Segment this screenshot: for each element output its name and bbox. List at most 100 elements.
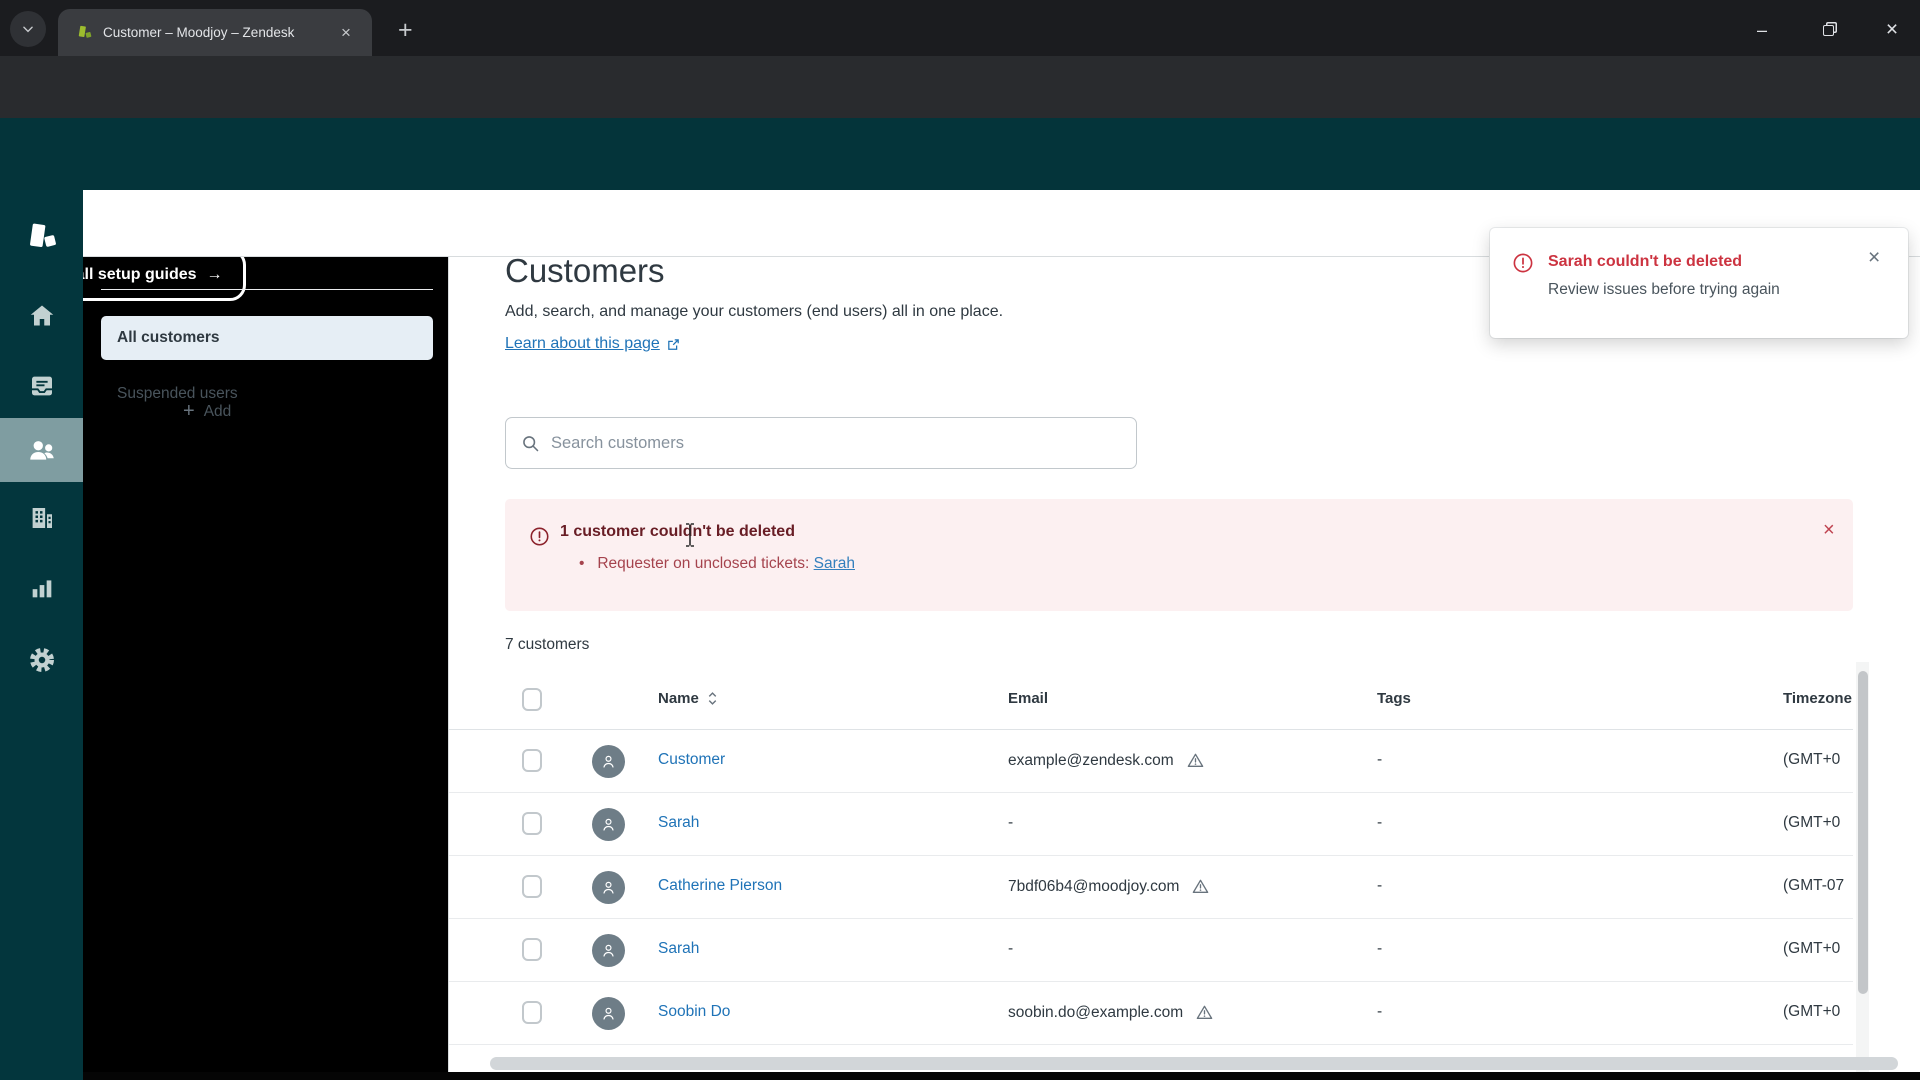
person-icon (603, 881, 614, 894)
email-warning-icon (1187, 753, 1203, 768)
customer-avatar (592, 934, 625, 967)
customer-search[interactable] (505, 417, 1137, 469)
horizontal-scrollbar-thumb[interactable] (490, 1057, 1898, 1070)
customer-name-link[interactable]: Customer (658, 751, 725, 769)
error-reason: • Requester on unclosed tickets: Sarah (579, 555, 855, 572)
organizations-icon (32, 508, 52, 528)
external-link-icon (667, 338, 679, 350)
customer-email: example@zendesk.com (1008, 751, 1205, 770)
row-checkbox[interactable] (522, 749, 542, 772)
email-warning-icon (1193, 879, 1209, 894)
row-checkbox[interactable] (522, 938, 542, 961)
customer-tags: - (1377, 877, 1383, 894)
page-title: Customers (505, 252, 665, 289)
nav-admin-settings[interactable] (0, 628, 83, 692)
error-reason-link[interactable]: Sarah (814, 555, 855, 572)
tab-close-icon[interactable]: × (341, 23, 351, 43)
new-tab-button[interactable]: + (398, 16, 413, 45)
row-checkbox[interactable] (522, 1001, 542, 1024)
customer-timezone: (GMT+0 (1783, 940, 1841, 957)
column-header-name[interactable]: Name (658, 690, 719, 707)
nav-views-inbox[interactable] (0, 354, 83, 418)
customer-name-link[interactable]: Sarah (658, 814, 699, 832)
table-row[interactable]: Customer example@zendesk.com - (GMT+0 (449, 730, 1853, 793)
customer-avatar (592, 871, 625, 904)
email-warning-icon (1196, 1005, 1213, 1020)
table-row[interactable]: Catherine Pierson 7bdf06b4@moodjoy.com -… (449, 856, 1853, 919)
customer-avatar (592, 808, 625, 841)
toast-message: Review issues before trying again (1548, 281, 1780, 298)
error-title: 1 customer couldn't be deleted (560, 523, 795, 540)
error-banner-close-button[interactable]: × (1823, 519, 1835, 542)
table-row[interactable]: Soobin Do soobin.do@example.com - (GMT+0 (449, 982, 1853, 1045)
search-icon (523, 435, 539, 451)
person-icon (603, 755, 614, 768)
browser-tab-strip: Customer – Moodjoy – Zendesk × + – × (0, 0, 1920, 56)
customer-email: 7bdf06b4@moodjoy.com (1008, 877, 1210, 896)
error-banner: 1 customer couldn't be deleted • Request… (505, 499, 1853, 611)
zendesk-favicon-icon (78, 25, 92, 38)
sidebar-item-suspended-users[interactable]: Suspended users (101, 372, 433, 416)
customer-avatar (592, 745, 625, 778)
nav-zendesk-logo[interactable] (0, 206, 83, 270)
customer-email: - (1008, 940, 1014, 957)
column-header-timezone[interactable]: Timezone (1783, 690, 1852, 707)
customer-tags: - (1377, 751, 1383, 768)
customers-table: Name Email Tags Timezone Customer exampl… (449, 672, 1853, 1047)
tab-title: Customer – Moodjoy – Zendesk (103, 25, 295, 40)
table-row[interactable]: Sarah - - (GMT+0 (449, 919, 1853, 982)
learn-about-link[interactable]: Learn about this page (505, 335, 681, 353)
browser-toolbar: ← → moodjoy-40194.zendesk.com/agent/user… (0, 56, 1920, 166)
customer-timezone: (GMT-07 (1783, 877, 1845, 894)
customer-name-link[interactable]: Sarah (658, 940, 699, 958)
customer-name-link[interactable]: Soobin Do (658, 1003, 730, 1021)
nav-reporting[interactable] (0, 556, 83, 620)
page-description: Add, search, and manage your customers (… (505, 303, 1004, 320)
customer-tags: - (1377, 814, 1383, 831)
tab-search-chevron-button[interactable] (10, 11, 46, 47)
nav-customers[interactable] (0, 418, 83, 482)
window-bottom-edge (83, 1072, 1920, 1080)
row-checkbox[interactable] (522, 812, 542, 835)
person-icon (603, 818, 614, 831)
table-row[interactable]: Sarah - - (GMT+0 (449, 793, 1853, 856)
row-checkbox[interactable] (522, 875, 542, 898)
toast-notification: Sarah couldn't be deleted Review issues … (1490, 228, 1908, 338)
home-icon (30, 305, 53, 326)
person-icon (603, 944, 614, 957)
table-header-row: Name Email Tags Timezone (449, 672, 1853, 730)
column-header-email[interactable]: Email (1008, 690, 1048, 707)
inbox-icon (31, 376, 52, 396)
zendesk-logo-icon (29, 223, 56, 248)
nav-organizations[interactable] (0, 486, 83, 550)
window-minimize-button[interactable]: – (1742, 16, 1782, 44)
search-customers-input[interactable] (551, 433, 1122, 453)
chevron-down-icon (23, 26, 33, 33)
reports-icon (32, 580, 51, 598)
customer-timezone: (GMT+0 (1783, 1003, 1841, 1020)
select-all-checkbox[interactable] (522, 688, 542, 711)
browser-tab[interactable]: Customer – Moodjoy – Zendesk × (58, 9, 372, 56)
alert-icon (1513, 253, 1533, 273)
nav-home[interactable] (0, 284, 83, 348)
customer-email: - (1008, 814, 1014, 831)
customer-timezone: (GMT+0 (1783, 751, 1841, 768)
window-close-button[interactable]: × (1872, 16, 1912, 44)
customer-tags: - (1377, 940, 1383, 957)
customer-name-link[interactable]: Catherine Pierson (658, 877, 782, 895)
alert-icon (530, 527, 549, 546)
trial-banner: View all setup guides → You have 13 days… (0, 118, 1920, 301)
customer-timezone: (GMT+0 (1783, 814, 1841, 831)
customer-tags: - (1377, 1003, 1383, 1020)
sidebar-item-all-customers[interactable]: All customers (101, 316, 433, 360)
customer-avatar (592, 997, 625, 1030)
customer-email: soobin.do@example.com (1008, 1003, 1214, 1022)
vertical-scrollbar-thumb[interactable] (1858, 671, 1868, 994)
people-icon (29, 441, 54, 460)
column-header-tags[interactable]: Tags (1377, 690, 1411, 707)
toast-close-button[interactable]: × (1868, 246, 1880, 270)
panel-divider (101, 289, 433, 290)
sort-icon (708, 692, 717, 705)
window-restore-button[interactable] (1808, 16, 1848, 44)
person-icon (603, 1007, 614, 1020)
